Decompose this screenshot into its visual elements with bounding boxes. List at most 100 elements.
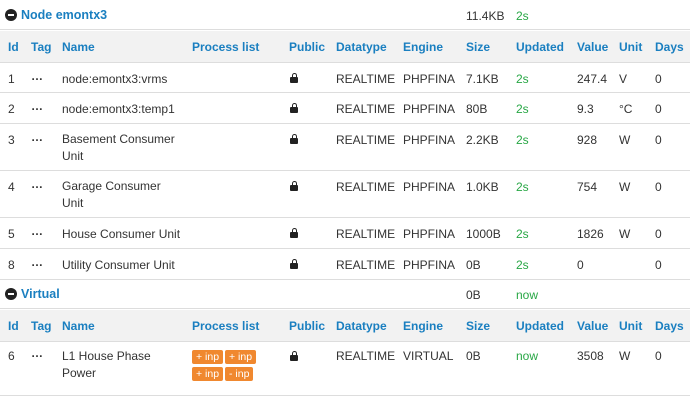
- feed-id: 1: [8, 72, 15, 86]
- feed-name[interactable]: node:emontx3:temp1: [62, 102, 175, 116]
- feed-days: 0: [655, 102, 662, 116]
- feed-name[interactable]: Utility Consumer Unit: [62, 258, 175, 272]
- feed-row[interactable]: 3 … Basement Consumer Unit REALTIME PHPF…: [0, 125, 690, 171]
- feed-row[interactable]: 4 … Garage Consumer Unit REALTIME PHPFIN…: [0, 172, 690, 218]
- feed-id: 2: [8, 102, 15, 116]
- process-badge[interactable]: + inp: [192, 350, 224, 364]
- col-id[interactable]: Id: [8, 319, 19, 333]
- lock-icon[interactable]: [290, 181, 298, 191]
- node-name[interactable]: Virtual: [21, 287, 60, 301]
- feed-engine: PHPFINA: [403, 227, 456, 241]
- col-engine[interactable]: Engine: [403, 319, 443, 333]
- col-value[interactable]: Value: [577, 319, 608, 333]
- feed-tag[interactable]: …: [31, 177, 43, 191]
- col-updated[interactable]: Updated: [516, 40, 564, 54]
- collapse-minus-circle-icon[interactable]: [5, 288, 17, 300]
- feed-engine: PHPFINA: [403, 133, 456, 147]
- feed-size: 2.2KB: [466, 133, 499, 147]
- feed-row[interactable]: 5 … House Consumer Unit REALTIME PHPFINA…: [0, 219, 690, 249]
- col-datatype[interactable]: Datatype: [336, 319, 387, 333]
- feed-value: 0: [577, 258, 584, 272]
- node-name[interactable]: Node emontx3: [21, 8, 107, 22]
- feed-updated: 2s: [516, 258, 529, 272]
- collapse-minus-circle-icon[interactable]: [5, 9, 17, 21]
- feed-days: 0: [655, 227, 662, 241]
- feed-days: 0: [655, 258, 662, 272]
- col-days[interactable]: Days: [655, 319, 684, 333]
- feed-row[interactable]: 1 … node:emontx3:vrms REALTIME PHPFINA 7…: [0, 63, 690, 93]
- feed-id: 6: [8, 349, 15, 363]
- node-size: 11.4KB: [466, 9, 505, 23]
- feed-name[interactable]: L1 House Phase Power: [62, 348, 162, 382]
- col-unit[interactable]: Unit: [619, 319, 642, 333]
- feed-unit: W: [619, 227, 631, 241]
- feed-size: 80B: [466, 102, 488, 116]
- process-badge[interactable]: - inp: [225, 367, 254, 381]
- col-size[interactable]: Size: [466, 319, 490, 333]
- feed-engine: PHPFINA: [403, 180, 456, 194]
- col-engine[interactable]: Engine: [403, 40, 443, 54]
- col-datatype[interactable]: Datatype: [336, 40, 387, 54]
- feed-datatype: REALTIME: [336, 180, 396, 194]
- feed-updated: 2s: [516, 102, 529, 116]
- feed-unit: W: [619, 349, 631, 363]
- col-unit[interactable]: Unit: [619, 40, 642, 54]
- feed-tag[interactable]: …: [31, 224, 43, 238]
- lock-icon[interactable]: [290, 259, 298, 269]
- feed-id: 4: [8, 180, 15, 194]
- node-updated: now: [516, 288, 539, 302]
- feed-engine: PHPFINA: [403, 258, 456, 272]
- col-name[interactable]: Name: [62, 40, 95, 54]
- feed-datatype: REALTIME: [336, 349, 396, 363]
- feed-value: 928: [577, 133, 598, 147]
- col-tag[interactable]: Tag: [31, 40, 51, 54]
- feed-tag[interactable]: …: [31, 99, 43, 113]
- col-tag[interactable]: Tag: [31, 319, 51, 333]
- col-updated[interactable]: Updated: [516, 319, 564, 333]
- feed-name[interactable]: Garage Consumer Unit: [62, 178, 172, 212]
- col-process-list[interactable]: Process list: [192, 40, 259, 54]
- feed-unit: W: [619, 180, 631, 194]
- feed-row[interactable]: 6 … L1 House Phase Power + inp + inp + i…: [0, 342, 690, 396]
- feed-row[interactable]: 2 … node:emontx3:temp1 REALTIME PHPFINA …: [0, 94, 690, 124]
- feed-row[interactable]: 8 … Utility Consumer Unit REALTIME PHPFI…: [0, 250, 690, 280]
- feed-datatype: REALTIME: [336, 72, 396, 86]
- col-id[interactable]: Id: [8, 40, 19, 54]
- feed-name[interactable]: node:emontx3:vrms: [62, 72, 167, 86]
- feed-updated: 2s: [516, 72, 529, 86]
- col-public[interactable]: Public: [289, 319, 325, 333]
- column-headers-virtual: Id Tag Name Process list Public Datatype…: [0, 310, 690, 342]
- node-updated: 2s: [516, 9, 529, 23]
- feed-name[interactable]: House Consumer Unit: [62, 227, 180, 241]
- feed-tag[interactable]: …: [31, 69, 43, 83]
- lock-icon[interactable]: [290, 228, 298, 238]
- feed-unit: W: [619, 133, 631, 147]
- col-public[interactable]: Public: [289, 40, 325, 54]
- col-size[interactable]: Size: [466, 40, 490, 54]
- feed-updated: 2s: [516, 180, 529, 194]
- lock-icon[interactable]: [290, 351, 298, 361]
- lock-icon[interactable]: [290, 103, 298, 113]
- col-days[interactable]: Days: [655, 40, 684, 54]
- feed-tag[interactable]: …: [31, 255, 43, 269]
- lock-icon[interactable]: [290, 73, 298, 83]
- process-badge[interactable]: + inp: [192, 367, 224, 381]
- col-value[interactable]: Value: [577, 40, 608, 54]
- process-badge[interactable]: + inp: [225, 350, 257, 364]
- col-name[interactable]: Name: [62, 319, 95, 333]
- node-header-emontx3[interactable]: Node emontx3 11.4KB 2s: [0, 0, 690, 30]
- node-header-virtual[interactable]: Virtual 0B now: [0, 280, 690, 309]
- feed-tag[interactable]: …: [31, 130, 43, 144]
- feed-days: 0: [655, 72, 662, 86]
- feed-datatype: REALTIME: [336, 133, 396, 147]
- feed-name[interactable]: Basement Consumer Unit: [62, 131, 184, 165]
- feed-tag[interactable]: …: [31, 346, 43, 360]
- col-process-list[interactable]: Process list: [192, 319, 259, 333]
- feed-value: 3508: [577, 349, 604, 363]
- lock-icon[interactable]: [290, 134, 298, 144]
- feed-engine: VIRTUAL: [403, 349, 454, 363]
- feed-days: 0: [655, 180, 662, 194]
- feed-datatype: REALTIME: [336, 258, 396, 272]
- feed-updated: 2s: [516, 227, 529, 241]
- feed-value: 754: [577, 180, 598, 194]
